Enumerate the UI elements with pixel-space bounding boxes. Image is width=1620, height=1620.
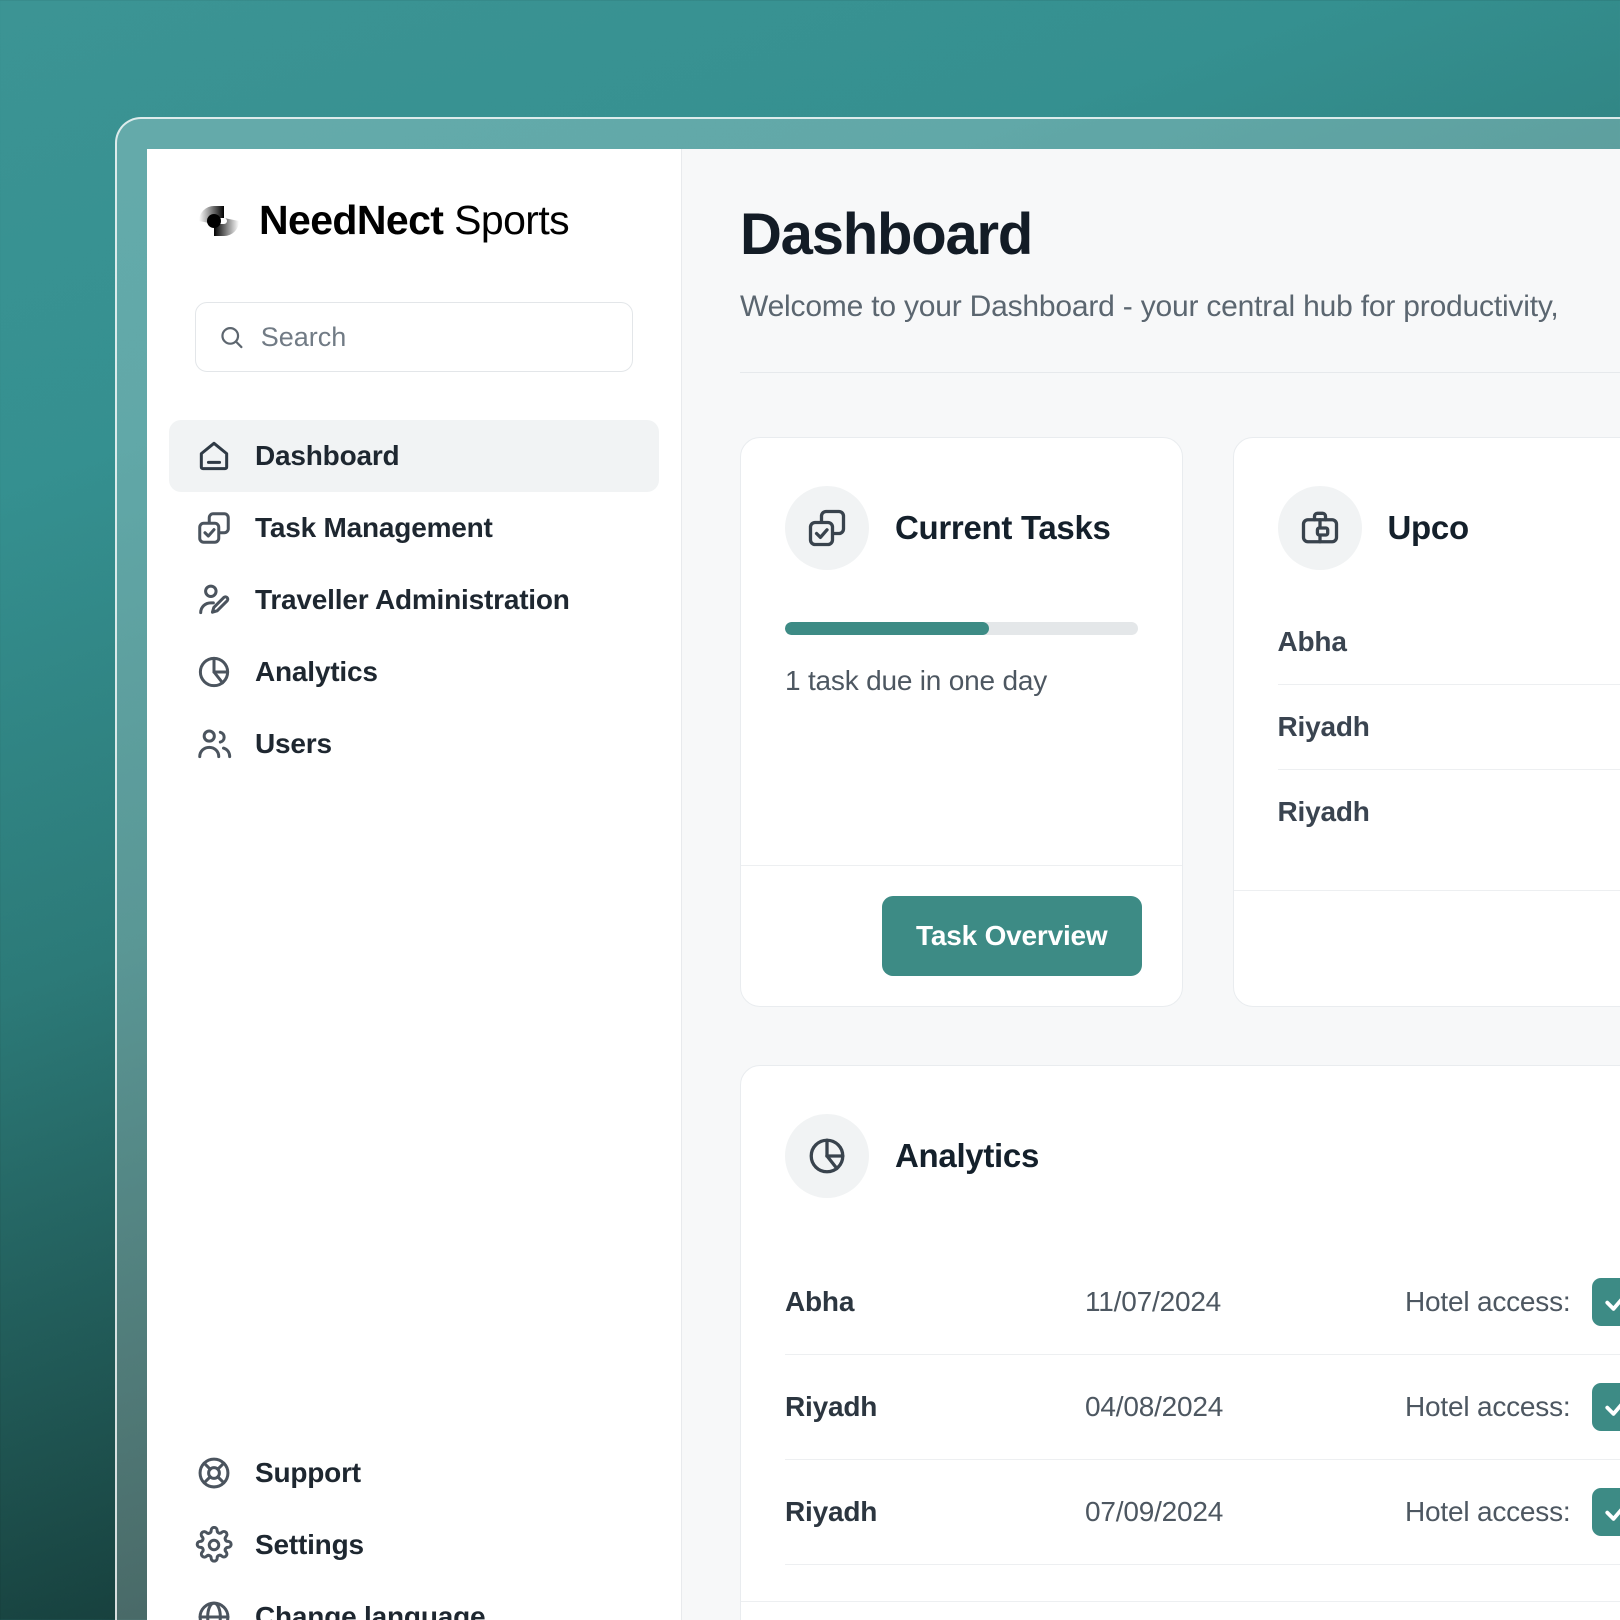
yin-yang-mark-icon <box>199 205 239 236</box>
hotel-access-checkbox[interactable] <box>1592 1488 1620 1536</box>
check-icon <box>1605 1403 1620 1416</box>
analytics-access-label: Hotel access: <box>1405 1286 1571 1317</box>
sidebar-nav: Dashboard Task Management Traveller Admi… <box>147 420 681 780</box>
sidebar-item-label: Dashboard <box>255 440 400 471</box>
analytics-city: Riyadh <box>785 1391 878 1422</box>
current-tasks-icon-wrap <box>785 486 869 570</box>
current-tasks-body: Current Tasks 1 task due in one day <box>741 438 1182 865</box>
current-tasks-title: Current Tasks <box>895 509 1111 546</box>
task-copy-check-icon <box>198 512 230 544</box>
sidebar-item-label: Task Management <box>255 512 493 543</box>
upcoming-trips-card: Upco Abha Riyadh Riyadh <box>1232 437 1620 1007</box>
table-row[interactable]: Riyadh 04/08/2024 Hotel access: <box>785 1355 1620 1460</box>
users-icon <box>198 729 232 759</box>
sidebar-item-settings[interactable]: Settings <box>169 1509 659 1581</box>
sidebar-item-users[interactable]: Users <box>169 708 659 780</box>
search-icon <box>221 326 243 349</box>
app-window: NeedNect Sports Das <box>115 117 1620 1620</box>
brand-name: NeedNect Sports <box>259 197 570 244</box>
upcoming-trips-header: Upco <box>1277 486 1620 570</box>
sidebar-item-label: Support <box>255 1457 361 1488</box>
current-tasks-progress-fill <box>785 622 990 635</box>
current-tasks-progress-track <box>785 622 1138 635</box>
briefcase-icon <box>1301 511 1338 544</box>
analytics-date: 07/09/2024 <box>1085 1496 1224 1527</box>
sidebar-item-label: Users <box>255 728 332 759</box>
check-icon <box>1605 1298 1620 1311</box>
analytics-title: Analytics <box>895 1137 1040 1174</box>
globe-icon <box>198 1601 230 1620</box>
pie-chart-icon <box>809 1138 845 1174</box>
home-icon <box>199 441 229 471</box>
list-item[interactable]: Abha <box>1277 622 1620 685</box>
task-overview-button[interactable]: Task Overview <box>882 896 1142 976</box>
analytics-date: 11/07/2024 <box>1085 1286 1222 1317</box>
list-item[interactable]: Riyadh <box>1277 685 1620 770</box>
sidebar-item-label: Analytics <box>255 656 378 687</box>
analytics-table: Abha 11/07/2024 Hotel access: Riyadh 04/… <box>785 1250 1620 1565</box>
upcoming-trips-list: Abha Riyadh Riyadh <box>1277 622 1620 854</box>
analytics-body: Analytics Abha 11/07/2024 Hotel access: <box>741 1066 1620 1601</box>
sidebar-item-label: Traveller Administration <box>255 584 570 615</box>
pie-chart-icon <box>198 656 230 688</box>
sidebar-bottom-nav: Support Settings Change language <box>147 1437 681 1620</box>
analytics-access-label: Hotel access: <box>1405 1391 1571 1422</box>
page-title: Dashboard <box>740 202 1033 267</box>
table-row[interactable]: Abha 11/07/2024 Hotel access: <box>785 1250 1620 1355</box>
hotel-access-checkbox[interactable] <box>1592 1383 1620 1431</box>
upcoming-trips-title: Upco <box>1387 509 1470 546</box>
current-tasks-card: Current Tasks 1 task due in one day Task… <box>740 437 1183 1007</box>
app-shell: NeedNect Sports Das <box>147 149 1620 1620</box>
analytics-header: Analytics <box>785 1114 1620 1198</box>
sidebar-item-support[interactable]: Support <box>169 1437 659 1509</box>
table-row[interactable]: Riyadh 07/09/2024 Hotel access: <box>785 1460 1620 1565</box>
sidebar-item-label: Settings <box>255 1529 364 1560</box>
lifebuoy-icon <box>198 1457 230 1489</box>
sidebar-item-task-management[interactable]: Task Management <box>169 492 659 564</box>
upcoming-trips-footer <box>1233 890 1620 1006</box>
task-copy-check-icon <box>808 509 846 547</box>
brand-name-secondary: Sports <box>454 197 570 243</box>
search-container <box>147 302 681 372</box>
hotel-access-checkbox[interactable] <box>1592 1278 1620 1326</box>
analytics-city: Abha <box>785 1286 855 1317</box>
brand-logo: NeedNect Sports <box>147 197 681 244</box>
brand-name-primary: NeedNect <box>259 197 444 243</box>
dashboard-card-row: Current Tasks 1 task due in one day Task… <box>740 437 1620 1007</box>
current-tasks-header: Current Tasks <box>785 486 1138 570</box>
sidebar-item-label: Change language <box>255 1601 486 1620</box>
check-icon <box>1605 1508 1620 1521</box>
upcoming-trips-body: Upco Abha Riyadh Riyadh <box>1234 438 1620 890</box>
header-divider <box>740 372 1620 373</box>
sidebar-item-dashboard[interactable]: Dashboard <box>169 420 659 492</box>
analytics-card: Analytics Abha 11/07/2024 Hotel access: <box>740 1065 1620 1620</box>
gear-icon <box>195 1526 233 1563</box>
search-input[interactable] <box>260 321 610 353</box>
search-box[interactable] <box>195 302 633 372</box>
analytics-footer <box>741 1601 1620 1620</box>
sidebar-item-analytics[interactable]: Analytics <box>169 636 659 708</box>
current-tasks-footer: Task Overview <box>741 865 1182 1006</box>
list-item[interactable]: Riyadh <box>1278 770 1620 854</box>
analytics-access-label: Hotel access: <box>1405 1496 1571 1527</box>
page-subtitle: Welcome to your Dashboard - your central… <box>740 290 1559 323</box>
main-content: Dashboard Welcome to your Dashboard - yo… <box>682 149 1620 1620</box>
user-edit-icon <box>199 584 230 615</box>
analytics-date: 04/08/2024 <box>1085 1391 1224 1422</box>
upcoming-trips-icon-wrap <box>1277 486 1362 570</box>
current-tasks-note: 1 task due in one day <box>785 665 1047 696</box>
analytics-icon-wrap <box>785 1114 869 1198</box>
sidebar-item-traveller-administration[interactable]: Traveller Administration <box>169 564 659 636</box>
sidebar-item-change-language[interactable]: Change language <box>169 1581 659 1620</box>
sidebar: NeedNect Sports Das <box>147 149 682 1620</box>
analytics-city: Riyadh <box>785 1496 878 1527</box>
